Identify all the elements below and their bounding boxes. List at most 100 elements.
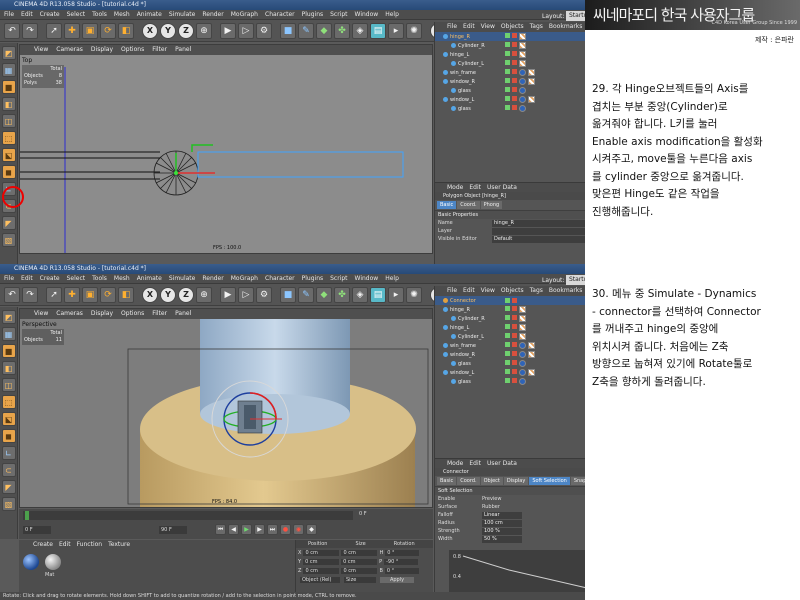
viewport-menu-options[interactable]: Options [121,45,144,55]
viewport-menu-cameras[interactable]: Cameras [56,309,83,319]
move-tool-button[interactable]: ✚ [64,286,80,303]
attr-menu-user-data[interactable]: User Data [487,459,517,468]
deformer-button[interactable]: ◈ [352,22,368,39]
model-mode-button[interactable]: ■ [1,80,16,94]
falloff-select[interactable]: Linear [482,511,522,519]
menu-tools[interactable]: Tools [92,274,107,283]
rotation-p-field[interactable]: -90 ° [384,558,419,565]
material-menu-function[interactable]: Function [77,540,103,550]
make-editable-button[interactable]: ◩ [1,46,16,60]
animation-mode-button[interactable]: ◫ [1,114,16,128]
menu-file[interactable]: File [4,274,14,283]
menu-character[interactable]: Character [265,10,295,19]
attr-menu-mode[interactable]: Mode [447,459,463,468]
live-selection-button[interactable]: ➚ [46,22,62,39]
play-button[interactable]: ▶ [241,524,252,535]
preview-checkbox[interactable]: Preview [482,496,501,502]
autokey-button[interactable]: ◉ [293,524,304,535]
coordinate-system-button[interactable]: ⊕ [196,22,212,39]
falloff-graph[interactable]: 0.8 0.4 [449,550,589,592]
viewport-menu-view[interactable]: View [34,45,48,55]
material-swatch-1[interactable] [23,554,39,570]
viewport-menu-display[interactable]: Display [91,309,113,319]
coordinate-system-button[interactable]: ⊕ [196,286,212,303]
om-menu-edit[interactable]: Edit [463,22,475,32]
menu-animate[interactable]: Animate [137,10,162,19]
texture-mode-button[interactable]: ▦ [1,327,16,341]
viewport-menu-display[interactable]: Display [91,45,113,55]
menu-file[interactable]: File [4,10,14,19]
menu-window[interactable]: Window [355,10,379,19]
size-z-field[interactable]: 0 cm [341,567,378,574]
render-settings-button[interactable]: ⚙ [256,286,272,303]
om-menu-objects[interactable]: Objects [501,22,524,32]
animation-mode-button[interactable]: ◫ [1,378,16,392]
array-button[interactable]: ✤ [334,286,350,303]
menu-edit[interactable]: Edit [21,10,33,19]
workplane-button[interactable]: ▧ [1,497,16,511]
menu-select[interactable]: Select [67,10,86,19]
cube-object-button[interactable]: ■ [280,286,296,303]
time-slider-handle[interactable] [25,511,29,520]
go-to-end-button[interactable]: ⏭ [267,524,278,535]
camera-button[interactable]: ▸ [388,286,404,303]
om-menu-objects[interactable]: Objects [501,286,524,296]
tab-basic[interactable]: Basic [437,201,457,209]
rotate-tool-button[interactable]: ⟳ [100,286,116,303]
attr-menu-edit[interactable]: Edit [469,183,481,192]
subdivision-button[interactable]: ◆ [316,286,332,303]
render-picture-viewer-button[interactable]: ▷ [238,22,254,39]
menu-edit[interactable]: Edit [21,274,33,283]
render-view-button[interactable]: ▶ [220,286,236,303]
tab-basic[interactable]: Basic [437,477,457,485]
y-axis-button[interactable]: Y [160,286,176,303]
viewport-menu-options[interactable]: Options [121,309,144,319]
menu-select[interactable]: Select [67,274,86,283]
material-menu-edit[interactable]: Edit [59,540,71,550]
viewport-menu-view[interactable]: View [34,309,48,319]
render-view-button[interactable]: ▶ [220,22,236,39]
om-menu-view[interactable]: View [481,286,495,296]
viewport-menu-cameras[interactable]: Cameras [56,45,83,55]
subdivision-button[interactable]: ◆ [316,22,332,39]
rotation-b-field[interactable]: 0 ° [384,567,419,574]
live-selection-button[interactable]: ➚ [46,286,62,303]
next-frame-button[interactable]: ▶ [254,524,265,535]
y-axis-button[interactable]: Y [160,22,176,39]
spline-pen-button[interactable]: ✎ [298,286,314,303]
viewport-menu-panel[interactable]: Panel [175,309,191,319]
menu-plugins[interactable]: Plugins [302,274,324,283]
menu-script[interactable]: Script [330,274,347,283]
model-mode-button[interactable]: ■ [1,344,16,358]
polygons-mode-button[interactable]: ◼ [1,165,16,179]
attr-menu-user-data[interactable]: User Data [487,183,517,192]
menu-tools[interactable]: Tools [92,10,107,19]
snap-button[interactable]: ◤ [1,216,16,230]
menu-mesh[interactable]: Mesh [114,10,130,19]
cube-object-button[interactable]: ■ [280,22,296,39]
tab-soft-selection[interactable]: Soft Selection [529,477,570,485]
tab-object[interactable]: Object [480,477,503,485]
viewport-menu-filter[interactable]: Filter [152,309,167,319]
timeline-ruler[interactable] [23,511,353,520]
menu-render[interactable]: Render [202,274,223,283]
menu-help[interactable]: Help [385,274,399,283]
render-picture-viewer-button[interactable]: ▷ [238,286,254,303]
points-mode-button[interactable]: ⬚ [1,131,16,145]
z-axis-button[interactable]: Z [178,22,194,39]
top-viewport[interactable]: View Cameras Display Options Filter Pane… [19,44,433,254]
menu-mograph[interactable]: MoGraph [231,274,258,283]
tab-display[interactable]: Display [503,477,529,485]
tab-phong[interactable]: Phong [480,201,503,209]
position-y-field[interactable]: 0 cm [303,558,340,565]
om-menu-view[interactable]: View [481,22,495,32]
menu-animate[interactable]: Animate [137,274,162,283]
deformer-button[interactable]: ◈ [352,286,368,303]
tab-coord[interactable]: Coord. [457,477,480,485]
move-tool-button[interactable]: ✚ [64,22,80,39]
menu-simulate[interactable]: Simulate [169,10,196,19]
material-menu-create[interactable]: Create [33,540,53,550]
radius-input[interactable]: 100 cm [482,519,522,527]
menu-create[interactable]: Create [40,10,60,19]
position-z-field[interactable]: 0 cm [303,567,340,574]
